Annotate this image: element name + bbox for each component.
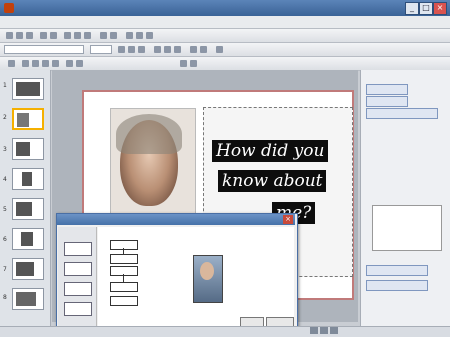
org-chart-node[interactable] xyxy=(110,266,138,276)
status-bar xyxy=(0,326,450,337)
slide-thumbnail-selected[interactable] xyxy=(12,108,44,130)
drawing-toolbar xyxy=(0,57,450,71)
slide-thumbnail[interactable] xyxy=(12,168,44,190)
insert-chart-icon[interactable] xyxy=(126,32,133,39)
task-pane-button[interactable] xyxy=(366,280,428,291)
undo-icon[interactable] xyxy=(100,32,107,39)
paste-icon[interactable] xyxy=(84,32,91,39)
slide-thumbnail[interactable] xyxy=(12,198,44,220)
thumb-number: 2 xyxy=(3,114,7,121)
task-pane-button[interactable] xyxy=(366,96,408,107)
thumb-number: 3 xyxy=(3,146,7,153)
slide-thumbnail[interactable] xyxy=(12,258,44,280)
new-icon[interactable] xyxy=(6,32,13,39)
align-center-icon[interactable] xyxy=(164,46,171,53)
title-bar xyxy=(0,0,450,16)
font-select[interactable] xyxy=(4,45,84,54)
insert-picture-icon[interactable] xyxy=(146,32,153,39)
standard-toolbar xyxy=(0,29,450,43)
shape-option[interactable] xyxy=(64,262,92,276)
font-size-select[interactable] xyxy=(90,45,112,54)
task-pane-button[interactable] xyxy=(366,108,438,119)
draw-icon[interactable] xyxy=(8,60,15,67)
shape-option[interactable] xyxy=(64,282,92,296)
bullets-icon[interactable] xyxy=(190,46,197,53)
thumb-number: 4 xyxy=(3,176,7,183)
task-pane-preview xyxy=(372,205,442,251)
shape-option[interactable] xyxy=(64,302,92,316)
app-icon[interactable] xyxy=(4,3,14,13)
save-icon[interactable] xyxy=(26,32,33,39)
underline-icon[interactable] xyxy=(138,46,145,53)
org-chart-node[interactable] xyxy=(110,254,138,264)
dialog-titlebar[interactable] xyxy=(57,214,295,225)
wordart-icon[interactable] xyxy=(76,60,83,67)
maximize-button[interactable]: □ xyxy=(419,2,433,15)
open-icon[interactable] xyxy=(16,32,23,39)
slide-thumbnail[interactable] xyxy=(12,288,44,310)
thumb-number: 7 xyxy=(3,266,7,273)
quote-line-1: How did you xyxy=(212,140,329,162)
thumb-number: 6 xyxy=(3,236,7,243)
org-chart-node[interactable] xyxy=(110,240,138,250)
oval-icon[interactable] xyxy=(52,60,59,67)
org-chart-node[interactable] xyxy=(110,282,138,292)
cut-icon[interactable] xyxy=(64,32,71,39)
close-button[interactable]: × xyxy=(433,2,447,15)
fill-color-icon[interactable] xyxy=(180,60,187,67)
textbox-icon[interactable] xyxy=(66,60,73,67)
shape-option[interactable] xyxy=(64,242,92,256)
minimize-button[interactable]: _ xyxy=(405,2,419,15)
insert-table-icon[interactable] xyxy=(136,32,143,39)
line-icon[interactable] xyxy=(32,60,39,67)
italic-icon[interactable] xyxy=(128,46,135,53)
slideshow-view-icon[interactable] xyxy=(330,327,338,334)
menu-bar xyxy=(0,16,450,29)
org-chart-node[interactable] xyxy=(110,296,138,306)
arrow-icon[interactable] xyxy=(22,60,29,67)
dialog-photo-face xyxy=(200,262,214,280)
formatting-toolbar xyxy=(0,43,450,57)
slide-thumbnail[interactable] xyxy=(12,138,44,160)
align-left-icon[interactable] xyxy=(154,46,161,53)
slide-thumbnail[interactable] xyxy=(12,78,44,100)
thumb-number: 5 xyxy=(3,206,7,213)
slide-thumbnail[interactable] xyxy=(12,228,44,250)
print-icon[interactable] xyxy=(40,32,47,39)
org-connector xyxy=(123,274,124,282)
line-color-icon[interactable] xyxy=(190,60,197,67)
numbering-icon[interactable] xyxy=(200,46,207,53)
thumb-number: 1 xyxy=(3,82,7,89)
redo-icon[interactable] xyxy=(110,32,117,39)
copy-icon[interactable] xyxy=(74,32,81,39)
quote-line-2: know about xyxy=(218,170,327,192)
align-right-icon[interactable] xyxy=(174,46,181,53)
sorter-view-icon[interactable] xyxy=(320,327,328,334)
thumb-number: 8 xyxy=(3,294,7,301)
normal-view-icon[interactable] xyxy=(310,327,318,334)
task-pane-button[interactable] xyxy=(366,84,408,95)
portrait-hair xyxy=(116,114,182,154)
font-color-icon[interactable] xyxy=(216,46,223,53)
dialog-close-button[interactable]: × xyxy=(283,215,293,224)
spellcheck-icon[interactable] xyxy=(50,32,57,39)
rectangle-icon[interactable] xyxy=(42,60,49,67)
task-pane-button[interactable] xyxy=(366,265,428,276)
bold-icon[interactable] xyxy=(118,46,125,53)
